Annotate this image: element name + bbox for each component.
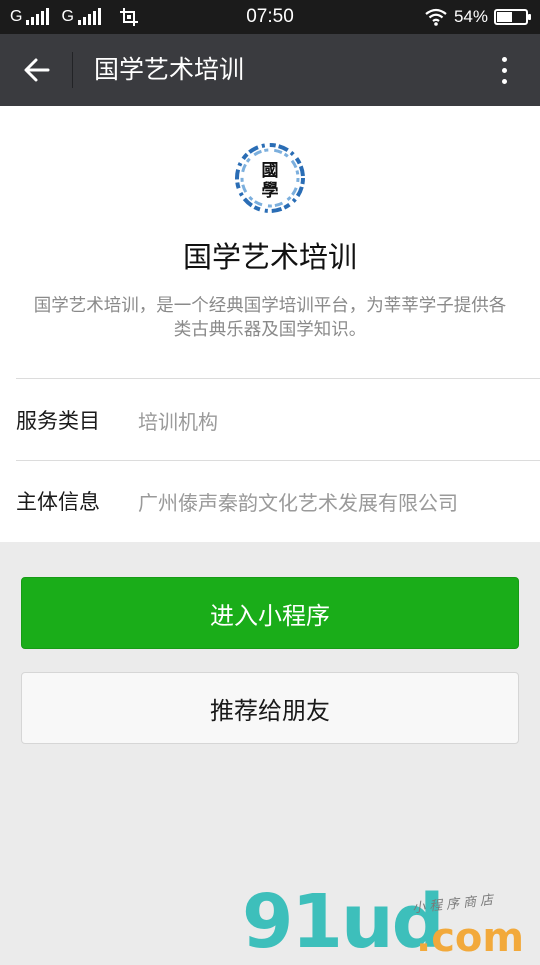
signal-icon — [77, 8, 101, 25]
status-left: G G — [10, 0, 139, 34]
watermark-main: 91ud — [242, 879, 445, 965]
enter-mini-program-button[interactable]: 进入小程序 — [21, 577, 519, 649]
more-vertical-icon — [501, 67, 507, 73]
signal-icon — [26, 8, 50, 25]
divider — [16, 378, 540, 379]
entity-info-label: 主体信息 — [16, 490, 100, 514]
watermark-com: .com — [416, 915, 525, 961]
watermark-logo: 91ud 小程序商店 .com — [238, 879, 538, 965]
arrow-left-icon — [24, 58, 50, 82]
nav-bar: 国学艺术培训 — [0, 34, 540, 106]
more-vertical-icon — [501, 56, 507, 62]
entity-info-row[interactable]: 主体信息 广州傣声秦韵文化艺术发展有限公司 — [16, 461, 540, 541]
carrier-label-1: G — [10, 8, 23, 25]
more-vertical-icon — [501, 78, 507, 84]
app-logo: 國 學 — [234, 142, 306, 214]
wifi-icon — [425, 8, 447, 26]
screenshot-crop-icon — [119, 8, 138, 26]
app-name: 国学艺术培训 — [182, 240, 357, 274]
battery-icon — [494, 9, 531, 25]
nav-title: 国学艺术培训 — [94, 55, 245, 84]
battery-fill — [497, 12, 513, 22]
status-right: 54% — [424, 0, 531, 34]
nav-divider — [72, 52, 73, 88]
carrier-label-2: G — [61, 8, 74, 25]
service-category-value: 培训机构 — [138, 409, 218, 434]
more-button[interactable] — [486, 50, 522, 90]
logo-char-bottom: 學 — [262, 181, 279, 201]
logo-char-top: 國 — [262, 161, 279, 181]
app-description: 国学艺术培训，是一个经典国学培训平台，为莘莘学子提供各类古典乐器及国学知识。 — [33, 296, 507, 340]
back-button[interactable] — [10, 48, 64, 92]
recommend-to-friend-button[interactable]: 推荐给朋友 — [21, 672, 519, 744]
mini-program-profile-card: 國 學 国学艺术培训 国学艺术培训，是一个经典国学培训平台，为莘莘学子提供各类古… — [0, 106, 540, 542]
service-category-row: 服务类目 培训机构 — [16, 380, 540, 460]
status-bar: G G 07:50 54% — [0, 0, 540, 34]
entity-info-value: 广州傣声秦韵文化艺术发展有限公司 — [138, 490, 458, 515]
service-category-label: 服务类目 — [16, 409, 100, 433]
battery-percent: 54% — [453, 7, 488, 26]
